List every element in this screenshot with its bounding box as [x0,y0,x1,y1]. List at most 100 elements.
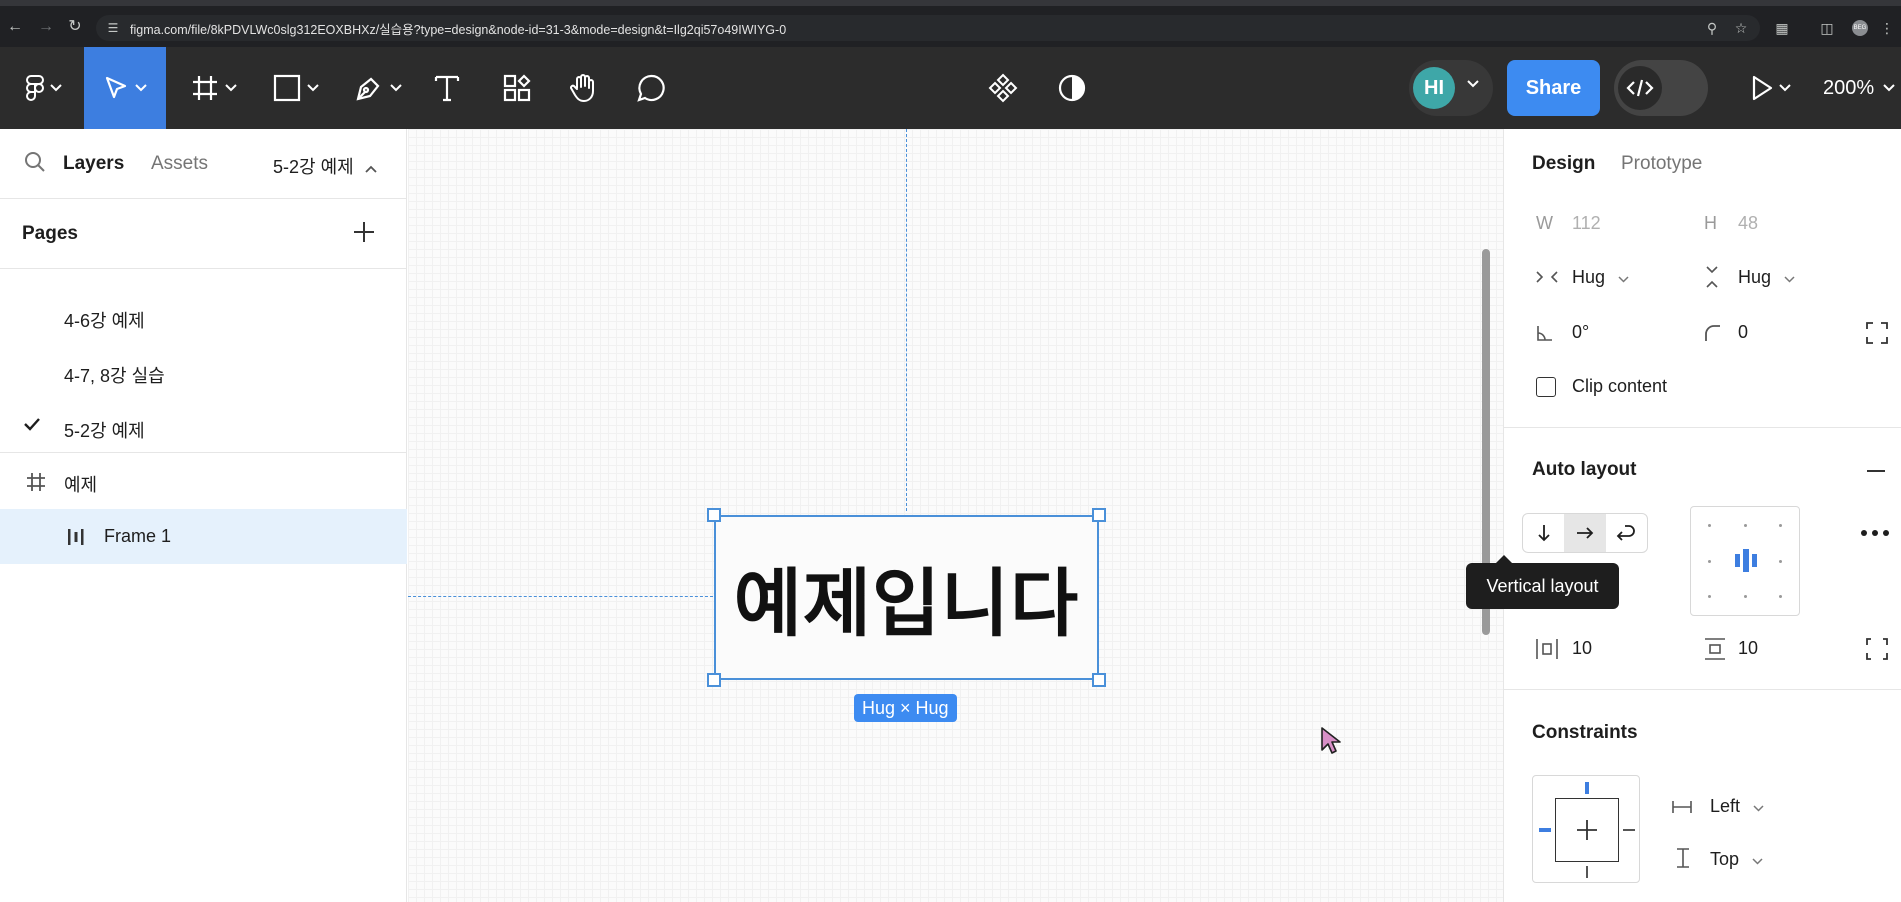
figma-logo-icon [26,75,44,101]
main-menu-button[interactable] [14,47,74,129]
hand-tool-button[interactable] [566,47,600,129]
url-field[interactable]: ☰ figma.com/file/8kPDVLWc0slg312EOXBHXz/… [96,15,1760,41]
present-button[interactable] [1746,47,1796,129]
resize-handle-bottom-right[interactable] [1092,673,1106,687]
align-dot[interactable] [1708,595,1711,598]
extensions-icon[interactable]: ▦ [1771,17,1793,39]
add-page-plus-icon[interactable] [352,220,376,244]
back-icon[interactable]: ← [4,16,26,38]
shape-tool-button[interactable] [266,47,326,129]
user-avatar[interactable]: HI [1413,67,1455,109]
constraint-left-active[interactable] [1539,828,1551,832]
chevron-down-icon [1779,84,1791,92]
pen-tool-button[interactable] [348,47,408,129]
vertical-constraint-dropdown[interactable]: Top [1710,849,1763,870]
page-item-selected[interactable]: 5-2강 예제 [0,400,407,455]
layer-row-frame-1[interactable]: Frame 1 [0,509,407,564]
dev-mode-toggle[interactable] [1614,60,1708,116]
individual-padding-icon[interactable] [1866,638,1888,660]
bookmark-star-icon[interactable]: ☆ [1730,17,1752,39]
collaborator-menu[interactable]: HI [1409,60,1493,116]
reload-icon[interactable]: ↻ [64,16,86,38]
width-mode-dropdown[interactable]: Hug [1572,267,1629,288]
wrap-direction-button[interactable] [1606,514,1647,552]
width-input[interactable]: 112 [1572,213,1601,234]
resize-handle-top-right[interactable] [1092,508,1106,522]
forward-icon[interactable]: → [35,16,57,38]
horizontal-resizing-icon [1536,271,1558,283]
constraint-center-cross-icon[interactable] [1576,819,1598,841]
frame-tool-button[interactable] [184,47,244,129]
browser-menu-icon[interactable]: ⋮ [1876,17,1898,39]
resources-tool-button[interactable] [500,47,534,129]
tab-layers[interactable]: Layers [63,153,124,175]
zoom-level[interactable]: 200% [1823,77,1874,100]
component-diamond-icon [988,73,1018,103]
independent-corners-icon[interactable] [1866,322,1888,344]
theme-contrast-button[interactable] [1055,47,1089,129]
selected-frame[interactable]: 예제입니다 [707,508,1106,687]
resize-handle-bottom-left[interactable] [707,673,721,687]
checkmark-icon [24,418,40,431]
tab-assets[interactable]: Assets [151,153,208,175]
page-item[interactable]: 4-7, 8강 실습 [0,345,407,400]
design-canvas[interactable]: 예제입니다 Hug × Hug [408,129,1503,902]
align-dot[interactable] [1744,595,1747,598]
horizontal-constraint-dropdown[interactable]: Left [1710,796,1764,817]
chevron-down-icon [1467,80,1479,88]
constraints-widget[interactable] [1532,775,1640,883]
hand-icon [570,74,594,103]
align-dot[interactable] [1708,560,1711,563]
browser-profile-avatar[interactable]: BEG [1852,20,1868,36]
vertical-padding-input[interactable]: 10 [1738,638,1758,659]
chevron-down-icon[interactable] [1883,84,1895,92]
site-settings-icon[interactable]: ☰ [102,17,124,39]
width-label: W [1536,213,1553,233]
left-panel-tabs: Layers Assets 5-2강 예제 [0,129,407,199]
pages-header: Pages [0,199,407,269]
rotation-input[interactable]: 0° [1572,322,1589,343]
clip-content-label: Clip content [1572,376,1668,396]
more-options-icon[interactable] [1860,529,1890,537]
comment-tool-button[interactable] [634,47,668,129]
tab-design[interactable]: Design [1532,153,1595,175]
width-mode-label: Hug [1572,267,1606,287]
vertical-direction-button[interactable] [1523,514,1564,552]
frame-text-layer[interactable]: 예제입니다 [716,517,1097,678]
align-dot[interactable] [1744,524,1747,527]
code-brackets-icon [1626,79,1654,97]
current-page-dropdown[interactable]: 5-2강 예제 [273,153,377,179]
alignment-grid[interactable] [1690,506,1800,616]
align-dot[interactable] [1779,560,1782,563]
text-tool-button[interactable] [430,47,464,129]
corner-radius-input[interactable]: 0 [1738,322,1748,343]
comment-bubble-icon [637,74,665,102]
page-item[interactable]: 4-6강 예제 [0,290,407,345]
align-dot[interactable] [1779,524,1782,527]
side-panel-icon[interactable]: ◫ [1816,17,1838,39]
constraint-bottom[interactable] [1586,866,1588,878]
constraint-right[interactable] [1623,829,1635,831]
constraint-top-active[interactable] [1585,782,1589,794]
clip-content-checkbox[interactable] [1536,377,1556,397]
resize-handle-top-left[interactable] [707,508,721,522]
align-dot[interactable] [1708,524,1711,527]
share-button[interactable]: Share [1507,60,1600,116]
remove-auto-layout-icon[interactable] [1866,469,1886,473]
tab-prototype[interactable]: Prototype [1621,153,1702,175]
search-icon[interactable] [24,151,46,173]
height-mode-dropdown[interactable]: Hug [1738,267,1795,288]
chevron-down-icon [50,84,62,92]
horizontal-direction-button[interactable] [1564,514,1606,552]
arrow-right-icon [1576,527,1594,539]
tooltip-text: Vertical layout [1486,575,1599,596]
autolayout-horizontal-icon [68,529,84,545]
height-input[interactable]: 48 [1738,213,1758,234]
zoom-icon[interactable]: ⚲ [1701,17,1723,39]
layer-row-frame[interactable]: 예제 [0,454,407,509]
horizontal-padding-input[interactable]: 10 [1572,638,1592,659]
move-tool-button[interactable] [84,47,166,129]
components-button[interactable] [986,47,1020,129]
align-dot[interactable] [1779,595,1782,598]
height-mode-label: Hug [1738,267,1772,287]
